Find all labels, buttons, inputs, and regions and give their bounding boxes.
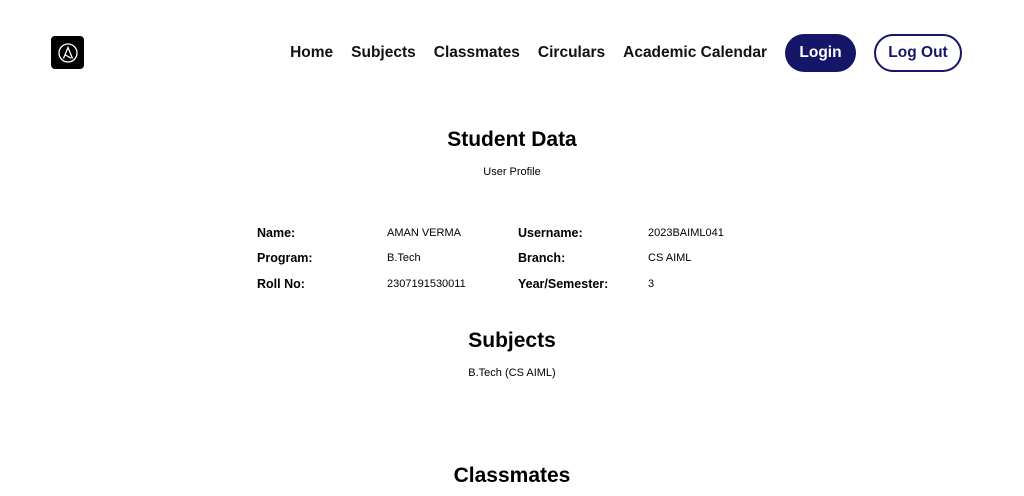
nav-link-academic-calendar[interactable]: Academic Calendar <box>623 44 767 62</box>
branch-value: CS AIML <box>648 252 692 265</box>
username-label: Username: <box>518 225 583 240</box>
student-data-subtitle: User Profile <box>483 166 541 178</box>
subjects-subtitle: B.Tech (CS AIML) <box>468 367 556 379</box>
branch-label: Branch: <box>518 251 566 266</box>
logo-icon[interactable] <box>51 36 84 69</box>
program-value: B.Tech <box>387 252 421 265</box>
program-label: Program: <box>257 251 313 266</box>
year-semester-label: Year/Semester: <box>518 276 609 291</box>
nav-link-home[interactable]: Home <box>290 44 333 62</box>
nav-link-classmates[interactable]: Classmates <box>434 44 520 62</box>
logout-button[interactable]: Log Out <box>874 34 962 72</box>
roll-no-label: Roll No: <box>257 276 305 291</box>
login-button[interactable]: Login <box>785 34 856 72</box>
student-data-title: Student Data <box>447 128 577 151</box>
main-nav: Home Subjects Classmates Circulars Acade… <box>290 33 962 73</box>
subjects-title: Subjects <box>468 329 556 352</box>
profile-details: Name: AMAN VERMA Username: 2023BAIML041 … <box>257 220 748 297</box>
year-semester-value: 3 <box>648 277 655 290</box>
page: Home Subjects Classmates Circulars Acade… <box>0 0 1024 496</box>
name-label: Name: <box>257 225 296 240</box>
roll-no-value: 2307191530011 <box>387 277 466 290</box>
nav-link-circulars[interactable]: Circulars <box>538 44 605 62</box>
nav-link-subjects[interactable]: Subjects <box>351 44 416 62</box>
name-value: AMAN VERMA <box>387 226 461 239</box>
classmates-title: Classmates <box>453 464 571 487</box>
username-value: 2023BAIML041 <box>648 226 724 239</box>
